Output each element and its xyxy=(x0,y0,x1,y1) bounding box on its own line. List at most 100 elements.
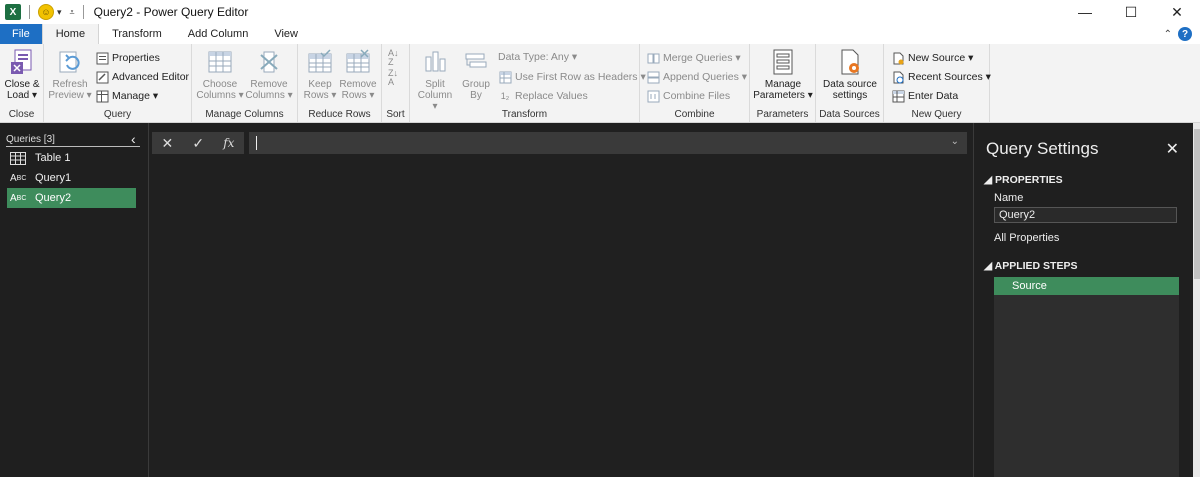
expand-formula-icon[interactable]: ⌄ xyxy=(951,136,959,147)
formula-input[interactable]: ⌄ xyxy=(249,132,967,154)
query-item-table-1[interactable]: Table 1 xyxy=(7,148,136,168)
query-item-query1[interactable]: ABC Query1 xyxy=(7,168,136,188)
append-queries-button[interactable]: Append Queries ▾ xyxy=(646,70,747,84)
sort-descending-button[interactable]: Z↓ A xyxy=(388,69,398,87)
quick-access-dropdown-icon[interactable]: ▾ xyxy=(57,7,62,18)
replace-values-button[interactable]: 1₂ Replace Values xyxy=(498,89,588,103)
collapse-queries-icon[interactable]: ‹ xyxy=(131,131,136,147)
ribbon-tabs: File Home Transform Add Column View xyxy=(0,24,1200,44)
refresh-preview-button[interactable]: Refresh Preview ▾ xyxy=(48,48,92,101)
split-column-button[interactable]: Split Column ▾ xyxy=(414,48,456,112)
new-source-icon xyxy=(891,51,905,65)
all-properties-link[interactable]: All Properties xyxy=(994,232,1059,244)
sort-group: A↓ Z Z↓ A Sort xyxy=(382,44,410,122)
insert-function-button[interactable]: fx xyxy=(223,136,234,150)
choose-columns-button[interactable]: Choose Columns ▾ xyxy=(196,48,244,101)
query-item-query2[interactable]: ABC Query2 xyxy=(7,188,136,208)
tab-transform[interactable]: Transform xyxy=(99,24,175,44)
replace-values-label: Replace Values xyxy=(515,90,588,102)
group-label-sort: Sort xyxy=(386,109,405,120)
group-by-label: Group By xyxy=(462,79,490,101)
append-queries-label: Append Queries ▾ xyxy=(663,71,748,83)
tab-home[interactable]: Home xyxy=(41,24,100,44)
query-item-label: Query2 xyxy=(35,192,72,204)
new-query-group: New Source ▾ Recent Sources ▾ Enter Data… xyxy=(884,44,991,122)
window-scrollbar[interactable] xyxy=(1193,123,1200,477)
minimize-button[interactable]: — xyxy=(1062,0,1108,24)
data-source-settings-icon xyxy=(836,48,864,76)
query-settings-title: Query Settings xyxy=(986,139,1099,158)
first-row-headers-label: Use First Row as Headers ▾ xyxy=(515,71,646,83)
choose-columns-icon xyxy=(206,48,234,76)
queries-pane: Queries [3] ‹ Table 1 ABC Query1 ABC Que… xyxy=(0,123,149,477)
enter-data-button[interactable]: Enter Data xyxy=(891,89,958,103)
combine-group: Merge Queries ▾ Append Queries ▾ Combine… xyxy=(640,44,750,122)
preview-area: ✕ ✓ fx ⌄ xyxy=(149,123,973,477)
merge-queries-button[interactable]: Merge Queries ▾ xyxy=(646,51,741,65)
divider xyxy=(82,5,84,19)
data-source-settings-button[interactable]: Data source settings xyxy=(819,48,881,101)
recent-sources-icon xyxy=(891,70,905,84)
group-label-data-sources: Data Sources xyxy=(819,109,880,120)
query-name-input[interactable]: Query2 xyxy=(994,207,1177,223)
group-label-query: Query xyxy=(103,109,132,120)
group-label-close: Close xyxy=(8,109,35,120)
remove-rows-label: Remove Rows ▾ xyxy=(339,79,377,101)
refresh-icon xyxy=(56,48,84,76)
query-settings-pane: Query Settings ✕ ◢ PROPERTIES Name Query… xyxy=(973,123,1200,477)
collapse-ribbon-icon[interactable]: ⌃ xyxy=(1164,29,1172,40)
query-item-label: Query1 xyxy=(35,172,72,184)
applied-steps-header-label: APPLIED STEPS xyxy=(994,260,1078,272)
remove-rows-icon xyxy=(344,48,372,76)
group-by-icon xyxy=(462,48,490,76)
transform-group: Split Column ▾ Group By Data Type: Any ▾… xyxy=(410,44,646,122)
group-label-new-query: New Query xyxy=(911,109,962,120)
properties-section-header[interactable]: ◢ PROPERTIES xyxy=(984,174,1063,186)
group-by-button[interactable]: Group By xyxy=(458,48,494,101)
step-source[interactable]: Source xyxy=(994,277,1179,295)
keep-rows-button[interactable]: Keep Rows ▾ xyxy=(302,48,338,101)
first-row-headers-button[interactable]: Use First Row as Headers ▾ xyxy=(498,70,646,84)
remove-columns-icon xyxy=(255,48,283,76)
remove-columns-label: Remove Columns ▾ xyxy=(245,79,293,101)
combine-files-icon xyxy=(646,89,660,103)
applied-steps-section-header[interactable]: ◢ APPLIED STEPS xyxy=(984,260,1077,272)
smiley-feedback-icon[interactable]: ☺ xyxy=(38,4,54,20)
new-source-button[interactable]: New Source ▾ xyxy=(891,51,973,65)
remove-rows-button[interactable]: Remove Rows ▾ xyxy=(339,48,377,101)
new-source-label: New Source ▾ xyxy=(908,52,974,64)
sort-ascending-button[interactable]: A↓ Z xyxy=(388,49,399,67)
manage-icon xyxy=(95,89,109,103)
recent-sources-button[interactable]: Recent Sources ▾ xyxy=(891,70,991,84)
cancel-formula-button[interactable]: ✕ xyxy=(162,135,174,152)
data-type-button[interactable]: Data Type: Any ▾ xyxy=(498,51,577,63)
advanced-editor-button[interactable]: Advanced Editor xyxy=(95,70,189,84)
maximize-button[interactable]: ☐ xyxy=(1108,0,1154,24)
manage-parameters-button[interactable]: Manage Parameters ▾ xyxy=(753,48,813,101)
properties-header-label: PROPERTIES xyxy=(995,174,1063,186)
close-load-label: Close & Load ▾ xyxy=(4,79,40,101)
remove-columns-button[interactable]: Remove Columns ▾ xyxy=(244,48,294,101)
enter-data-icon xyxy=(891,89,905,103)
scrollbar-thumb[interactable] xyxy=(1194,129,1200,279)
close-settings-icon[interactable]: ✕ xyxy=(1166,139,1179,159)
window-controls: — ☐ ✕ xyxy=(1062,0,1200,24)
manage-button[interactable]: Manage ▾ xyxy=(95,89,158,103)
divider xyxy=(29,5,30,19)
commit-formula-button[interactable]: ✓ xyxy=(192,135,204,152)
close-load-button[interactable]: Close & Load ▾ xyxy=(2,48,42,101)
combine-files-button[interactable]: Combine Files xyxy=(646,89,730,103)
split-column-icon xyxy=(421,48,449,76)
tab-add-column[interactable]: Add Column xyxy=(175,24,262,44)
close-window-button[interactable]: ✕ xyxy=(1154,0,1200,24)
data-sources-group: Data source settings Data Sources xyxy=(816,44,884,122)
help-icon[interactable]: ? xyxy=(1178,27,1192,41)
choose-columns-label: Choose Columns ▾ xyxy=(196,79,244,101)
tab-file[interactable]: File xyxy=(0,24,42,44)
formula-bar-buttons: ✕ ✓ fx xyxy=(152,132,244,154)
group-label-combine: Combine xyxy=(674,109,715,120)
customize-quick-access-icon[interactable]: ⩡ xyxy=(70,7,75,18)
properties-button[interactable]: Properties xyxy=(95,51,160,65)
window-title: Query2 - Power Query Editor xyxy=(93,5,249,19)
tab-view[interactable]: View xyxy=(261,24,311,44)
